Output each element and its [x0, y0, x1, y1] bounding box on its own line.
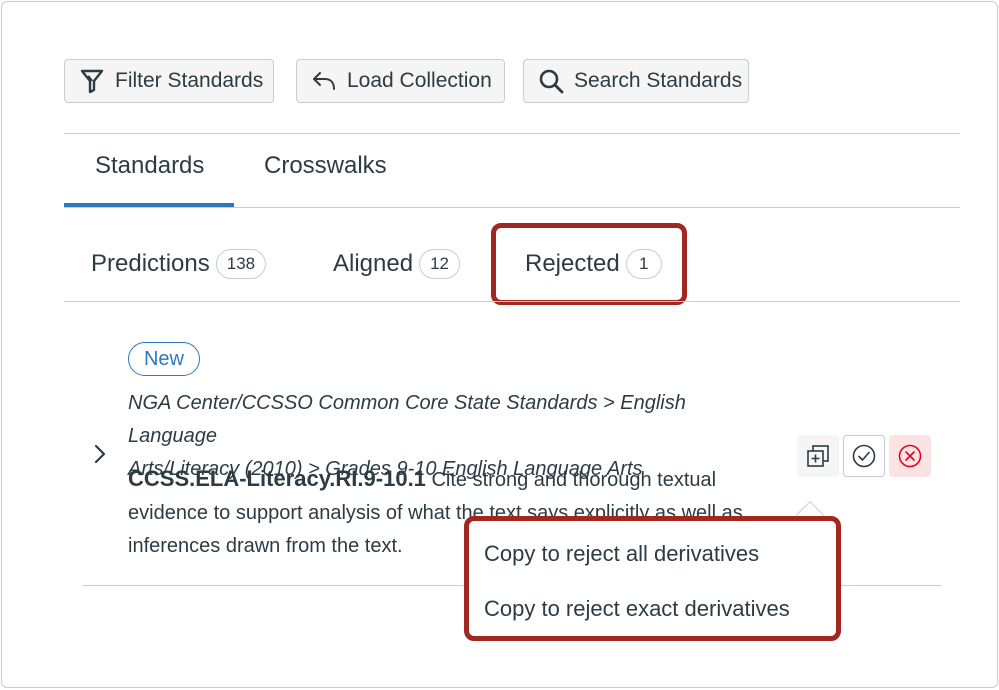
menu-item-copy-reject-exact[interactable]: Copy to reject exact derivatives — [484, 596, 790, 622]
subtab-aligned-label: Aligned — [333, 250, 414, 277]
search-standards-button[interactable]: Search Standards — [523, 59, 749, 103]
load-collection-label: Load Collection — [347, 69, 492, 92]
filter-standards-label: Filter Standards — [115, 69, 264, 92]
standard-path-line: NGA Center/CCSSO Common Core State Stand… — [128, 392, 686, 447]
filter-icon — [80, 69, 104, 94]
aligned-count-badge: 12 — [419, 249, 460, 279]
expand-item-button[interactable] — [92, 443, 108, 470]
reject-button[interactable] — [889, 435, 931, 477]
subtab-aligned[interactable]: Aligned 12 — [333, 249, 460, 279]
menu-item-copy-reject-all[interactable]: Copy to reject all derivatives — [484, 541, 759, 567]
tab-crosswalks[interactable]: Crosswalks — [264, 152, 387, 180]
predictions-count-badge: 138 — [215, 249, 267, 279]
x-circle-icon — [898, 444, 922, 468]
check-circle-icon — [852, 444, 876, 468]
new-badge: New — [128, 342, 200, 376]
copy-button[interactable] — [797, 435, 839, 477]
filter-standards-button[interactable]: Filter Standards — [64, 59, 274, 103]
search-icon — [539, 69, 564, 94]
description-text: Cite strong and thorough textual — [425, 469, 717, 491]
subtabs-divider — [64, 301, 960, 302]
load-collection-button[interactable]: Load Collection — [296, 59, 505, 103]
main-tabs-divider — [64, 207, 960, 208]
approve-button[interactable] — [843, 435, 885, 477]
subtab-predictions[interactable]: Predictions 138 — [91, 249, 267, 279]
standards-panel: Filter Standards Load Collection Search … — [1, 1, 998, 688]
toolbar-divider — [64, 133, 960, 134]
tab-standards[interactable]: Standards — [95, 152, 204, 180]
search-standards-label: Search Standards — [574, 69, 743, 92]
undo-arrow-icon — [313, 72, 335, 90]
chevron-right-icon — [94, 444, 106, 464]
standard-code: CCSS.ELA-Literacy.RI.9-10.1 — [128, 466, 426, 491]
subtab-predictions-label: Predictions — [91, 250, 210, 277]
copy-options-menu: Copy to reject all derivatives Copy to r… — [464, 516, 841, 641]
copy-icon — [807, 445, 829, 467]
description-line: CCSS.ELA-Literacy.RI.9-10.1 Cite strong … — [128, 462, 788, 497]
rejected-tab-highlight — [491, 223, 687, 305]
